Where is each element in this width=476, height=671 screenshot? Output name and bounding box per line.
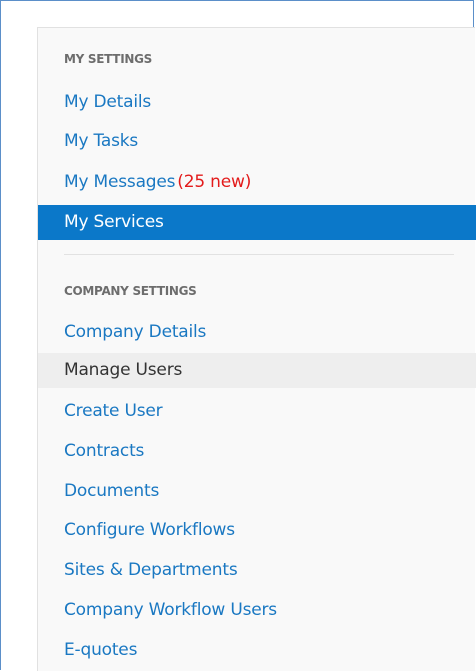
menu-item-label: My Services bbox=[64, 212, 164, 232]
new-messages-badge: (25 new) bbox=[177, 172, 252, 192]
window-frame: MY SETTINGS My Details My Tasks My Messa… bbox=[0, 0, 476, 671]
menu-item-documents[interactable]: Documents bbox=[38, 474, 476, 509]
menu-item-configure-workflows[interactable]: Configure Workflows bbox=[38, 513, 476, 548]
menu-item-label: My Tasks bbox=[64, 131, 139, 151]
menu-item-my-messages[interactable]: My Messages (25 new) bbox=[38, 165, 476, 200]
menu-item-label: Company Workflow Users bbox=[64, 600, 277, 620]
menu-item-label: My Details bbox=[64, 92, 152, 112]
company-settings-heading: COMPANY SETTINGS bbox=[64, 284, 197, 298]
menu-item-create-user[interactable]: Create User bbox=[38, 394, 476, 429]
my-settings-heading: MY SETTINGS bbox=[64, 52, 152, 66]
menu-item-my-services[interactable]: My Services bbox=[38, 205, 476, 240]
menu-item-company-details[interactable]: Company Details bbox=[38, 315, 476, 350]
menu-item-label: Contracts bbox=[64, 441, 145, 461]
menu-item-company-workflow-users[interactable]: Company Workflow Users bbox=[38, 593, 476, 628]
menu-item-label: My Messages bbox=[64, 172, 176, 192]
menu-item-label: Manage Users bbox=[64, 360, 183, 380]
section-divider bbox=[64, 254, 454, 255]
menu-item-label: Sites & Departments bbox=[64, 560, 238, 580]
menu-item-my-details[interactable]: My Details bbox=[38, 85, 476, 120]
menu-item-my-tasks[interactable]: My Tasks bbox=[38, 124, 476, 159]
menu-item-manage-users[interactable]: Manage Users bbox=[38, 353, 476, 388]
menu-item-label: E-quotes bbox=[64, 640, 138, 660]
menu-item-sites-departments[interactable]: Sites & Departments bbox=[38, 553, 476, 588]
menu-item-label: Company Details bbox=[64, 322, 207, 342]
menu-item-label: Configure Workflows bbox=[64, 520, 235, 540]
settings-sidebar: MY SETTINGS My Details My Tasks My Messa… bbox=[37, 27, 476, 671]
menu-item-contracts[interactable]: Contracts bbox=[38, 434, 476, 469]
menu-item-label: Documents bbox=[64, 481, 160, 501]
menu-item-e-quotes[interactable]: E-quotes bbox=[38, 633, 476, 668]
menu-item-label: Create User bbox=[64, 401, 163, 421]
